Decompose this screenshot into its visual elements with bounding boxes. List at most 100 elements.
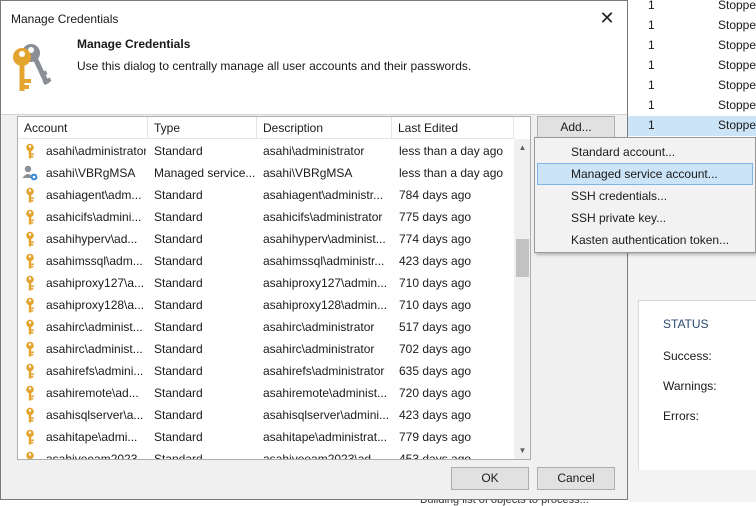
column-header-description[interactable]: Description <box>257 117 392 139</box>
menu-item-kasten-authentication-token[interactable]: Kasten authentication token... <box>537 229 753 251</box>
scrollbar-thumb[interactable] <box>516 239 529 277</box>
account-name: asahirefs\admini... <box>46 364 144 378</box>
ok-button[interactable]: OK <box>451 467 529 490</box>
background-row-count: 1 <box>648 58 655 72</box>
last-edited-cell: 635 days ago <box>399 364 472 378</box>
menu-item-ssh-private-key[interactable]: SSH private key... <box>537 207 753 229</box>
background-row-status: Stoppe <box>718 98 756 112</box>
last-edited-cell: 423 days ago <box>399 254 472 268</box>
cancel-button[interactable]: Cancel <box>537 467 615 490</box>
account-name: asahiveeam2023... <box>46 452 146 460</box>
key-icon <box>22 451 38 459</box>
status-success-label: Success: <box>663 349 712 363</box>
table-row[interactable]: asahirc\administ... Standard asahirc\admin… <box>18 316 514 338</box>
description-cell: asahirefs\administrator <box>263 364 385 378</box>
background-row[interactable]: 1 Stoppe <box>628 76 756 96</box>
background-row[interactable]: 1 Stoppe <box>628 96 756 116</box>
column-header-account[interactable]: Account <box>18 117 148 139</box>
key-icon <box>22 429 38 445</box>
type-cell: Standard <box>154 430 203 444</box>
description-cell: asahiproxy128\admin... <box>263 298 388 312</box>
background-row-status: Stoppe <box>718 118 756 132</box>
table-row[interactable]: asahiproxy127\a... Standard asahiproxy127\… <box>18 272 514 294</box>
table-row[interactable]: asahiagent\adm... Standard asahiagent\admi… <box>18 184 514 206</box>
type-cell: Standard <box>154 364 203 378</box>
type-cell: Managed service... <box>154 166 256 180</box>
table-row[interactable]: asahirc\administ... Standard asahirc\admin… <box>18 338 514 360</box>
dialog-banner: Manage Credentials Use this dialog to ce… <box>1 35 627 115</box>
account-cell: asahisqlserver\a... <box>22 404 146 426</box>
background-row[interactable]: 1 Stoppe <box>628 0 756 16</box>
background-row-count: 1 <box>648 0 655 12</box>
last-edited-cell: 453 days ago <box>399 452 472 460</box>
account-name: asahirc\administ... <box>46 342 143 356</box>
status-warnings-label: Warnings: <box>663 379 717 393</box>
menu-item-ssh-credentials[interactable]: SSH credentials... <box>537 185 753 207</box>
type-cell: Standard <box>154 144 203 158</box>
type-cell: Standard <box>154 452 203 460</box>
background-row[interactable]: 1 Stoppe <box>628 16 756 36</box>
last-edited-cell: 720 days ago <box>399 386 472 400</box>
account-name: asahisqlserver\a... <box>46 408 144 422</box>
account-cell: asahiproxy127\a... <box>22 272 146 294</box>
background-row[interactable]: 1 Stoppe <box>628 36 756 56</box>
description-cell: asahisqlserver\admini... <box>263 408 390 422</box>
account-name: asahiproxy128\a... <box>46 298 145 312</box>
status-heading: STATUS <box>663 317 709 331</box>
table-row[interactable]: asahihyperv\ad... Standard asahihyperv\adm… <box>18 228 514 250</box>
table-row[interactable]: asahiremote\ad... Standard asahiremote\adm… <box>18 382 514 404</box>
table-row[interactable]: asahicifs\admini... Standard asahicifs\adm… <box>18 206 514 228</box>
last-edited-cell: less than a day ago <box>399 144 504 158</box>
table-row[interactable]: asahiproxy128\a... Standard asahiproxy128\… <box>18 294 514 316</box>
dialog-title: Manage Credentials <box>11 12 119 26</box>
scroll-down-icon[interactable]: ▼ <box>514 442 530 459</box>
background-row-selected[interactable]: 1 Stoppe <box>628 116 756 136</box>
add-menu: Standard account... Managed service acco… <box>534 137 756 253</box>
account-name: asahi\administrator <box>46 144 146 158</box>
add-button[interactable]: Add... <box>537 116 615 139</box>
dialog-titlebar[interactable]: Manage Credentials ✕ <box>1 1 627 35</box>
description-cell: asahirc\administrator <box>263 320 375 334</box>
background-row[interactable]: 1 Stoppe <box>628 56 756 76</box>
account-cell: asahiagent\adm... <box>22 184 146 206</box>
vertical-scrollbar[interactable]: ▲ ▼ <box>514 139 530 459</box>
table-row[interactable]: asahi\administrator Standard asahi\adminis… <box>18 140 514 162</box>
account-cell: asahitape\admi... <box>22 426 146 448</box>
background-row-count: 1 <box>648 98 655 112</box>
key-icon <box>22 319 38 335</box>
description-cell: asahiagent\administr... <box>263 188 384 202</box>
menu-item-standard-account[interactable]: Standard account... <box>537 141 753 163</box>
key-icon <box>22 407 38 423</box>
account-cell: asahicifs\admini... <box>22 206 146 228</box>
table-row[interactable]: asahirefs\admini... Standard asahirefs\adm… <box>18 360 514 382</box>
description-cell: asahiveeam2023\ad... <box>263 452 382 460</box>
account-name: asahi\VBRgMSA <box>46 166 136 180</box>
key-icon <box>22 253 38 269</box>
account-name: asahiproxy127\a... <box>46 276 145 290</box>
description-cell: asahi\administrator <box>263 144 365 158</box>
scroll-up-icon[interactable]: ▲ <box>514 139 530 156</box>
last-edited-cell: 517 days ago <box>399 320 472 334</box>
table-header: Account Type Description Last Edited <box>18 117 514 139</box>
table-row[interactable]: asahi\VBRgMSA Managed service... asahi\VBR… <box>18 162 514 184</box>
type-cell: Standard <box>154 276 203 290</box>
table-row[interactable]: asahitape\admi... Standard asahitape\admin… <box>18 426 514 448</box>
table-row[interactable]: asahiveeam2023... Standard asahiveeam2023\… <box>18 448 514 460</box>
account-name: asahiremote\ad... <box>46 386 139 400</box>
column-header-type[interactable]: Type <box>148 117 257 139</box>
background-row-status: Stoppe <box>718 38 756 52</box>
description-cell: asahi\VBRgMSA <box>263 166 353 180</box>
key-icon <box>22 275 38 291</box>
key-icon <box>22 341 38 357</box>
background-row-count: 1 <box>648 78 655 92</box>
close-button[interactable]: ✕ <box>593 5 621 31</box>
table-row[interactable]: asahisqlserver\a... Standard asahisqlserve… <box>18 404 514 426</box>
table-row[interactable]: asahimssql\adm... Standard asahimssql\admi… <box>18 250 514 272</box>
key-icon <box>22 187 38 203</box>
banner-description: Use this dialog to centrally manage all … <box>77 59 472 73</box>
status-errors-label: Errors: <box>663 409 699 423</box>
column-header-last-edited[interactable]: Last Edited <box>392 117 514 139</box>
credentials-table: Account Type Description Last Edited asa… <box>17 116 531 460</box>
last-edited-cell: less than a day ago <box>399 166 504 180</box>
menu-item-managed-service-account[interactable]: Managed service account... <box>537 163 753 185</box>
